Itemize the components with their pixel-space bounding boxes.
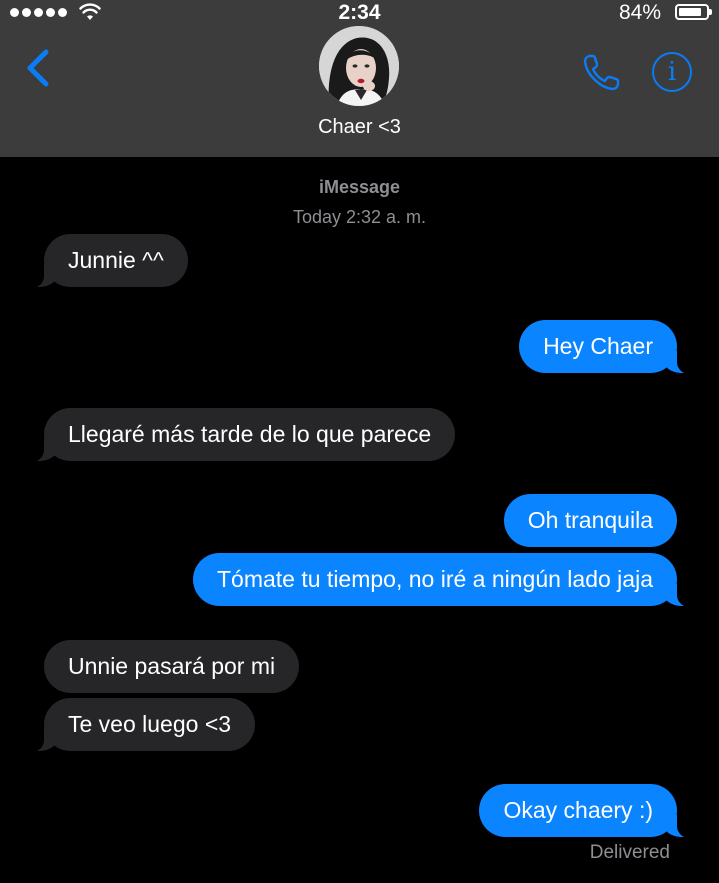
message-text: Hey Chaer (543, 333, 653, 359)
contact-name[interactable]: Chaer <3 (0, 116, 719, 139)
message-bubble-received[interactable]: Junnie ^^ (30, 234, 188, 288)
conversation-header: 2:34 84% Chaer <3 i (0, 0, 719, 157)
contact-avatar[interactable] (319, 26, 399, 106)
delivery-status: Delivered (589, 842, 670, 863)
chevron-left-icon (27, 49, 49, 87)
message-text: Te veo luego <3 (68, 711, 232, 737)
message-bubble-sent[interactable]: Tómate tu tiempo, no iré a ningún lado j… (193, 553, 691, 607)
message-text: Unnie pasará por mi (68, 653, 276, 679)
message-text: Tómate tu tiempo, no iré a ningún lado j… (217, 566, 653, 592)
message-bubble-received[interactable]: Te veo luego <3 (29, 698, 256, 752)
message-text: Oh tranquila (527, 507, 653, 533)
service-label: iMessage (318, 177, 401, 197)
message-bubble-received[interactable]: Unnie pasará por mi (44, 640, 300, 693)
call-button[interactable] (580, 50, 626, 94)
message-bubble-sent[interactable]: Hey Chaer (519, 320, 691, 374)
battery-percentage: 84% (618, 1, 661, 24)
message-text: Llegaré más tarde de lo que parece (68, 421, 432, 447)
message-bubble-sent[interactable]: Okay chaery :) (479, 784, 691, 838)
info-button[interactable]: i (652, 52, 692, 92)
status-time: 2:34 (338, 1, 381, 24)
message-bubble-received[interactable]: Llegaré más tarde de lo que parece (29, 408, 456, 462)
battery-level-fill (679, 8, 701, 16)
message-text: Okay chaery :) (503, 797, 653, 823)
thread-timestamp: Today 2:32 a. m. (292, 207, 427, 227)
message-text: Junnie ^^ (68, 247, 164, 273)
back-button[interactable] (22, 48, 56, 92)
phone-icon (583, 54, 620, 91)
status-bar: 2:34 84% (0, 0, 719, 26)
message-bubble-sent[interactable]: Oh tranquila (503, 494, 677, 547)
info-icon: i (667, 57, 677, 87)
battery-icon (675, 4, 712, 20)
